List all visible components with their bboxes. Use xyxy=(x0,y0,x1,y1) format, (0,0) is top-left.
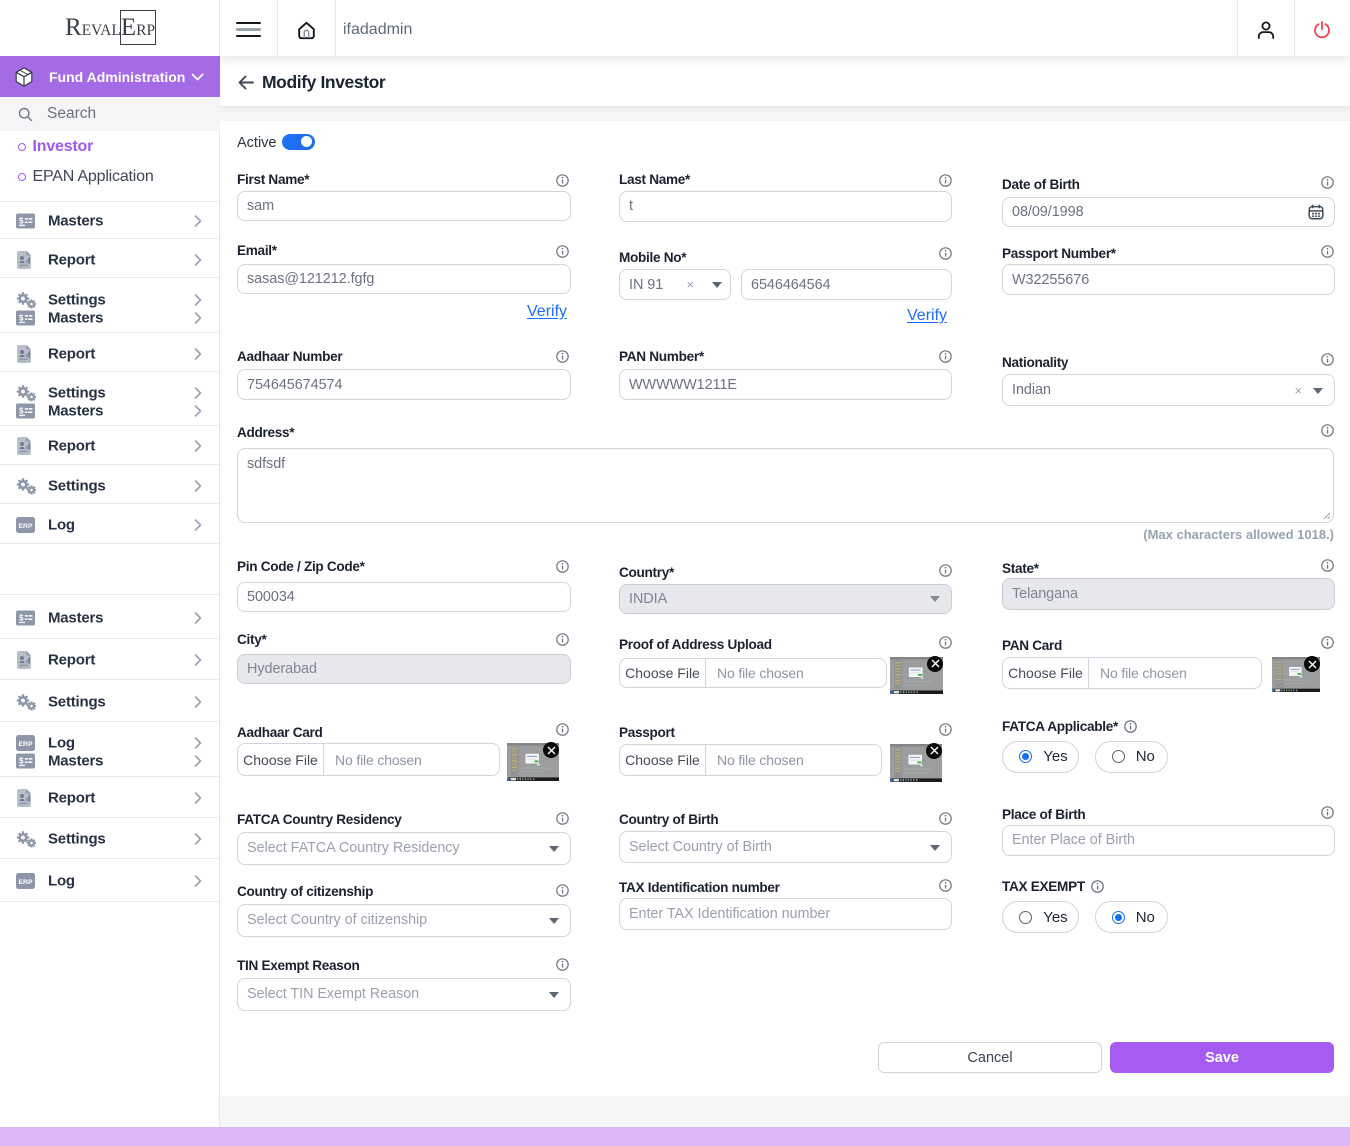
svg-text:$: $ xyxy=(19,217,24,226)
svg-text:ERP: ERP xyxy=(19,523,33,530)
svg-text:$: $ xyxy=(19,406,24,415)
svg-text:ERP: ERP xyxy=(19,741,33,748)
svg-text:ERP: ERP xyxy=(19,879,33,886)
svg-text:$: $ xyxy=(19,613,24,622)
svg-text:$: $ xyxy=(19,313,24,322)
svg-text:$: $ xyxy=(19,757,24,766)
